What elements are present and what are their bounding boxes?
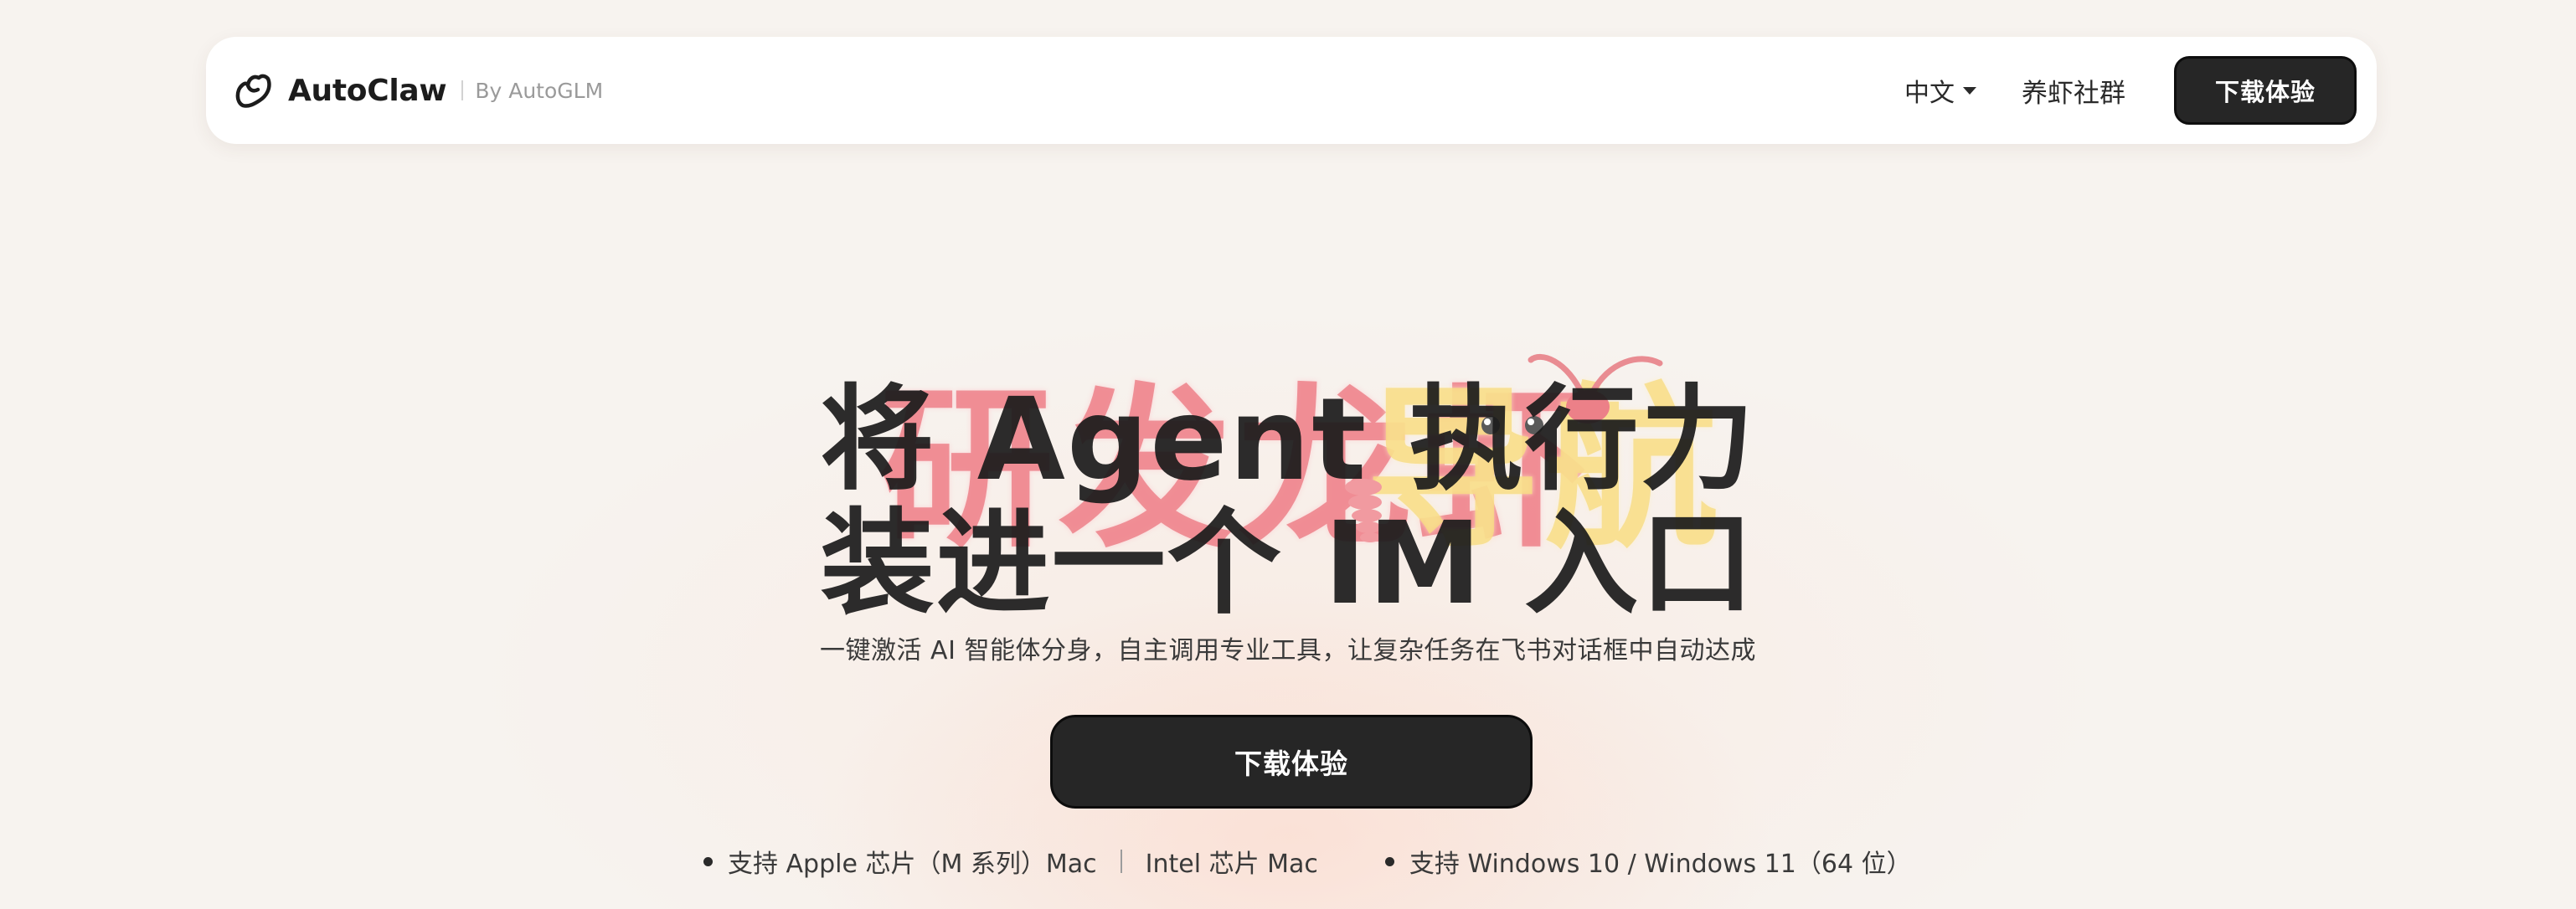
hero-title: 将 Agent 执行力 装进一个 IM 入口 xyxy=(0,378,2576,626)
hero-download-button[interactable]: 下载体验 xyxy=(1050,715,1533,809)
platform-support-row: 支持 Apple 芯片（M 系列）Mac Intel 芯片 Mac 支持 Win… xyxy=(703,843,1912,880)
support-separator xyxy=(1120,850,1122,873)
brand-divider xyxy=(461,80,464,100)
support-item-windows: 支持 Windows 10 / Windows 11（64 位） xyxy=(1384,843,1912,880)
claw-logo-icon xyxy=(235,74,271,108)
support-windows: 支持 Windows 10 / Windows 11（64 位） xyxy=(1409,850,1912,879)
top-navbar: AutoClaw By AutoGLM 中文 养虾社群 下载体验 xyxy=(206,37,2377,144)
brand-name: AutoClaw xyxy=(288,73,447,108)
support-mac-apple: 支持 Apple 芯片（M 系列）Mac xyxy=(728,850,1097,879)
support-mac-intel: Intel 芯片 Mac xyxy=(1145,850,1318,879)
community-link[interactable]: 养虾社群 xyxy=(2022,72,2125,110)
bullet-dot-icon xyxy=(703,856,713,866)
hero-title-line-2: 装进一个 IM 入口 xyxy=(820,498,1756,630)
language-selector[interactable]: 中文 xyxy=(1904,72,1976,109)
nav-actions: 中文 养虾社群 下载体验 xyxy=(1904,56,2357,125)
brand[interactable]: AutoClaw By AutoGLM xyxy=(231,69,603,112)
caret-down-icon xyxy=(1963,86,1976,95)
hero-title-line-1: 将 Agent 执行力 xyxy=(820,374,1756,506)
bullet-dot-icon xyxy=(1384,856,1394,866)
hero-subtitle: 一键激活 AI 智能体分身，自主调用专业工具，让复杂任务在飞书对话框中自动达成 xyxy=(820,636,1756,665)
nav-download-button[interactable]: 下载体验 xyxy=(2174,56,2357,125)
language-label: 中文 xyxy=(1904,79,1955,108)
brand-byline: By AutoGLM xyxy=(475,78,604,103)
support-item-mac: 支持 Apple 芯片（M 系列）Mac Intel 芯片 Mac xyxy=(703,843,1318,880)
